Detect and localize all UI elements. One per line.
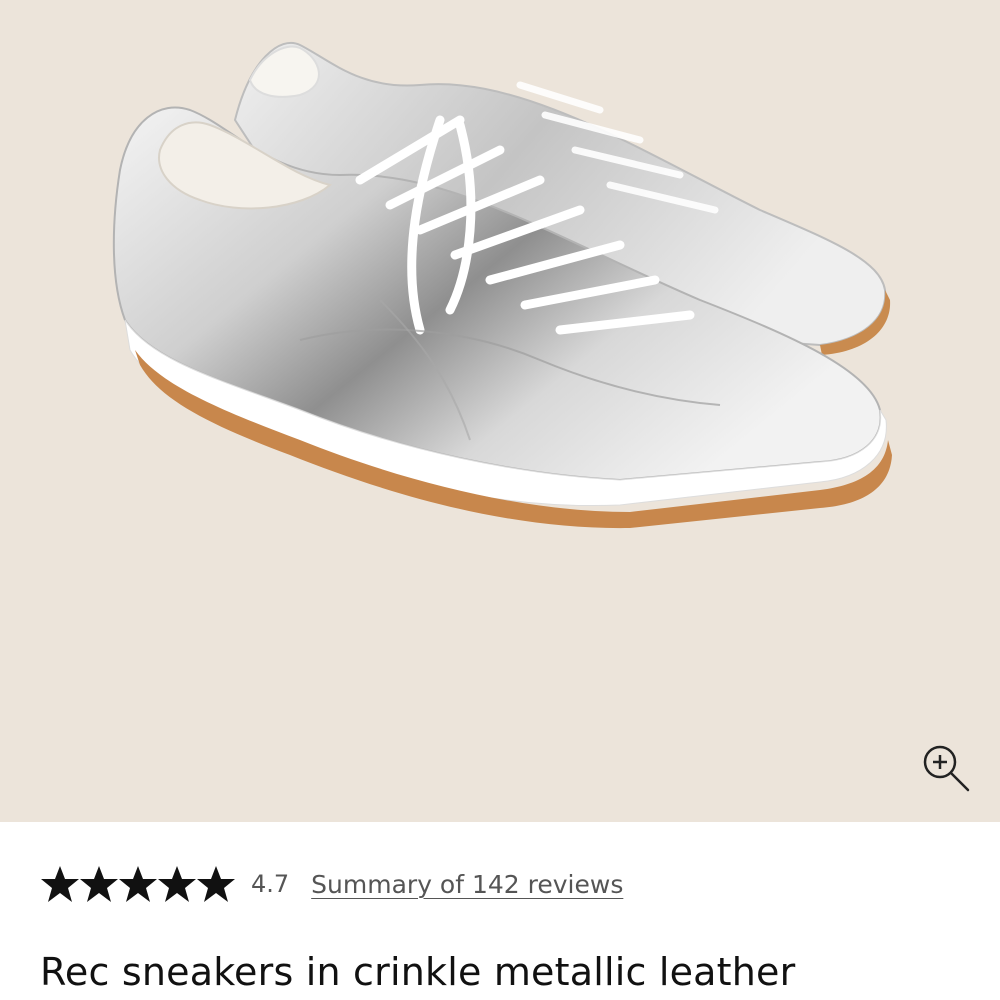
- product-image[interactable]: [0, 0, 1000, 822]
- zoom-button[interactable]: [918, 740, 974, 796]
- product-info: 4.7 Summary of 142 reviews Rec sneakers …: [0, 822, 1000, 1000]
- sneakers-illustration: [112, 41, 892, 529]
- star-icon: [119, 866, 157, 902]
- rating-value: 4.7: [251, 870, 290, 898]
- star-icon: [41, 866, 79, 902]
- reviews-summary-link[interactable]: Summary of 142 reviews: [311, 870, 623, 899]
- product-title: Rec sneakers in crinkle metallic leather: [40, 950, 796, 994]
- star-icon: [197, 866, 235, 902]
- star-rating: [40, 864, 235, 904]
- star-icon: [158, 866, 196, 902]
- star-icon: [80, 866, 118, 902]
- zoom-in-icon: [923, 745, 970, 792]
- rating-row: 4.7 Summary of 142 reviews: [40, 862, 623, 906]
